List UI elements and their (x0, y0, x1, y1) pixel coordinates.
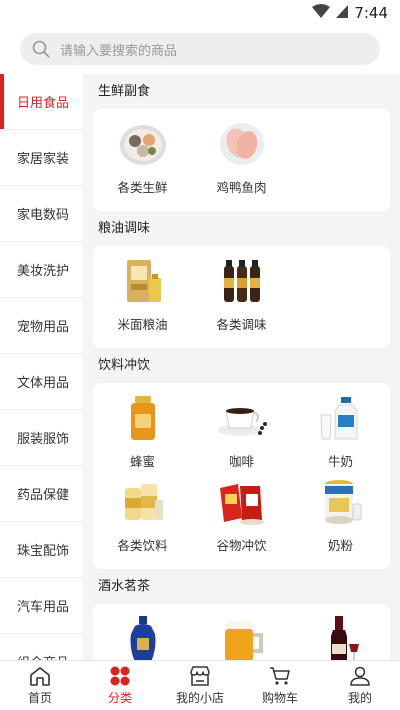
wine-bottle-icon (315, 614, 367, 660)
beer-mug-icon (216, 614, 268, 660)
section-card-fresh: 各类生鲜 鸡鸭鱼肉 (93, 109, 390, 211)
tab-label: 我的 (347, 691, 372, 705)
product-tile[interactable]: 奶粉 (291, 477, 390, 561)
user-icon (349, 665, 371, 687)
product-label: 谷物冲饮 (216, 538, 267, 553)
home-icon (29, 665, 51, 687)
category-sidebar: 日用食品 家居家装 家电数码 美妆洗护 宠物用品 文体用品 服装服饰 药品保健 … (0, 74, 83, 660)
sidebar-item-label: 药品保健 (17, 488, 70, 503)
shop-icon (189, 665, 211, 687)
product-tile[interactable]: 谷物冲饮 (192, 477, 291, 561)
status-bar: 7:44 (0, 0, 400, 26)
product-tile[interactable]: 啤酒 (192, 614, 291, 660)
product-label: 蜂蜜 (129, 454, 155, 469)
seafood-platter-icon (117, 119, 169, 169)
sidebar-item-home-furnishing[interactable]: 家居家装 (0, 130, 83, 186)
sidebar-item-beauty-care[interactable]: 美妆洗护 (0, 242, 83, 298)
tab-home[interactable]: 首页 (0, 661, 80, 710)
sidebar-item-label: 家电数码 (17, 208, 70, 223)
sidebar-item-pet-supplies[interactable]: 宠物用品 (0, 298, 83, 354)
sidebar-item-medicine-health[interactable]: 药品保健 (0, 466, 83, 522)
sidebar-item-label: 珠宝配饰 (17, 544, 70, 559)
wifi-icon (312, 3, 331, 22)
sidebar-item-stationery-sports[interactable]: 文体用品 (0, 354, 83, 410)
tab-my-shop[interactable]: 我的小店 (160, 661, 240, 710)
card-padding (93, 203, 390, 211)
product-tile[interactable]: 蜂蜜 (93, 393, 192, 477)
sidebar-item-label: 宠物用品 (17, 320, 70, 335)
product-label: 各类饮料 (117, 538, 168, 553)
tab-cart[interactable]: 购物车 (240, 661, 320, 710)
tab-label: 我的小店 (175, 691, 224, 705)
sidebar-item-appliances-digital[interactable]: 家电数码 (0, 186, 83, 242)
drink-cans-icon (117, 477, 169, 527)
search-input[interactable]: 请输入要搜索的商品 (20, 33, 380, 65)
section-title: 酒水茗茶 (98, 579, 151, 594)
sidebar-item-auto[interactable]: 汽车用品 (0, 578, 83, 634)
cart-icon (269, 665, 291, 687)
search-icon (32, 39, 52, 59)
product-label: 米面粮油 (117, 317, 168, 332)
sidebar-item-clothing[interactable]: 服装服饰 (0, 410, 83, 466)
bottom-tab-bar: 首页 分类 我的小店 购物车 我的 (0, 660, 400, 710)
rice-bag-icon (117, 256, 169, 306)
coffee-cup-icon (216, 393, 268, 443)
sauce-bottles-icon (216, 256, 268, 306)
product-tile[interactable]: 牛奶 (291, 393, 390, 477)
product-tile[interactable]: 白酒 (93, 614, 192, 660)
search-placeholder: 请输入要搜索的商品 (60, 43, 178, 59)
search-bar: 请输入要搜索的商品 (0, 26, 400, 74)
sidebar-item-jewelry[interactable]: 珠宝配饰 (0, 522, 83, 578)
product-tile[interactable]: 各类调味 (192, 256, 291, 340)
section-card-grain-oil: 米面粮油 各类调味 (93, 246, 390, 348)
section-card-liquor-tea: 白酒 啤酒 红酒 (93, 604, 390, 660)
status-time: 7:44 (354, 3, 388, 22)
product-label: 各类调味 (216, 317, 267, 332)
product-tile[interactable]: 米面粮油 (93, 256, 192, 340)
sidebar-item-label: 家居家装 (17, 152, 70, 167)
product-tile[interactable]: 各类饮料 (93, 477, 192, 561)
product-label: 牛奶 (327, 454, 353, 469)
section-card-drinks: 蜂蜜 咖啡 牛奶 各类饮料 谷物冲饮 奶粉 (93, 383, 390, 569)
product-tile[interactable]: 各类生鲜 (93, 119, 192, 203)
sidebar-item-label: 组合商品 (17, 652, 69, 660)
product-label: 奶粉 (327, 538, 353, 553)
tab-label: 首页 (27, 691, 52, 705)
product-label: 鸡鸭鱼肉 (216, 180, 267, 195)
signal-icon (336, 3, 349, 22)
sidebar-item-daily-food[interactable]: 日用食品 (0, 74, 83, 130)
card-padding (93, 340, 390, 348)
tab-me[interactable]: 我的 (320, 661, 400, 710)
sidebar-item-label: 文体用品 (17, 376, 70, 391)
category-icon (109, 665, 131, 687)
card-padding (93, 561, 390, 569)
sidebar-item-label: 服装服饰 (17, 432, 70, 447)
cereal-drink-icon (216, 477, 268, 527)
sidebar-item-label: 美妆洗护 (17, 264, 70, 279)
tab-label: 分类 (107, 691, 132, 705)
sidebar-item-label: 日用食品 (17, 96, 70, 111)
sidebar-item-label: 汽车用品 (17, 600, 70, 615)
category-content: 生鲜副食 各类生鲜 鸡鸭鱼肉 粮油调味 米面粮油 各类调味 饮料冲饮 蜂蜜 咖啡… (83, 74, 400, 660)
status-icons: 7:44 (312, 3, 388, 22)
chicken-breast-icon (216, 119, 268, 169)
tab-label: 购物车 (261, 691, 298, 705)
section-title: 生鲜副食 (98, 84, 151, 99)
milk-bottle-icon (315, 393, 367, 443)
product-label: 咖啡 (228, 454, 254, 469)
product-tile[interactable]: 咖啡 (192, 393, 291, 477)
section-title: 饮料冲饮 (98, 358, 151, 373)
sidebar-item-bundles[interactable]: 组合商品 (0, 634, 83, 660)
milk-powder-can-icon (315, 477, 367, 527)
tab-category[interactable]: 分类 (80, 661, 160, 710)
product-tile[interactable]: 鸡鸭鱼肉 (192, 119, 291, 203)
baijiu-bottle-icon (117, 614, 169, 660)
honey-jar-icon (117, 393, 169, 443)
section-title: 粮油调味 (98, 221, 151, 236)
product-label: 各类生鲜 (117, 180, 168, 195)
product-tile[interactable]: 红酒 (291, 614, 390, 660)
